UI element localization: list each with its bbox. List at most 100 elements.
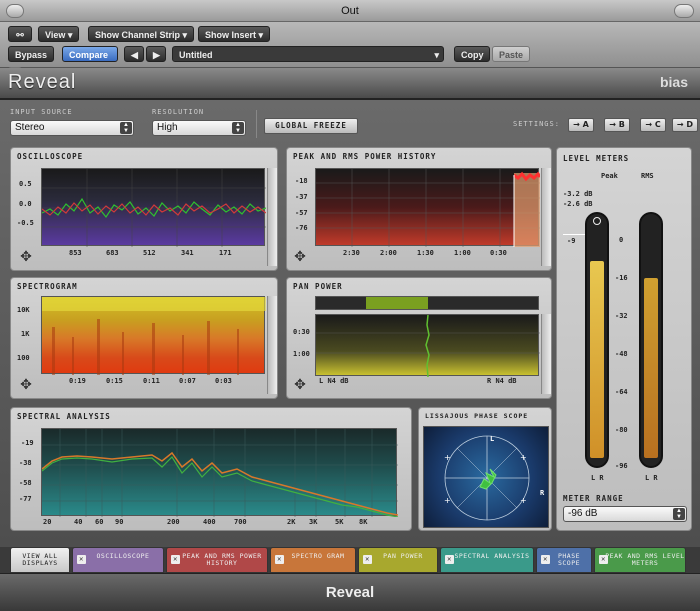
panel-title: Lissajous Phase Scope — [425, 412, 529, 420]
tab-close-icon[interactable]: ✕ — [275, 555, 284, 564]
peak-lr-label: L R — [591, 474, 604, 482]
tab-7[interactable]: ✕ Peak and RMS Level Meters — [594, 547, 686, 573]
settings-slot-d-button[interactable]: → D — [672, 118, 698, 132]
pan-right-channel: R — [487, 377, 492, 385]
previous-preset-button[interactable]: ◀ — [124, 46, 144, 62]
peak-meter-fill — [590, 261, 604, 458]
paste-button[interactable]: Paste — [492, 46, 530, 62]
compare-button[interactable]: Compare — [62, 46, 118, 62]
x-tick: 683 — [106, 249, 119, 257]
settings-slot-b-button[interactable]: → B — [604, 118, 630, 132]
peak-value: -3.2 dB — [563, 190, 593, 198]
meter-range-value: -96 dB — [568, 508, 598, 519]
tab-1[interactable]: ✕ Oscilloscope — [72, 547, 164, 573]
show-channel-strip-button[interactable]: Show Channel Strip ▾ — [88, 26, 195, 42]
panel-title: Spectral Analysis — [17, 412, 111, 421]
move-arrows-icon[interactable]: ✥ — [17, 248, 35, 266]
input-source-label: Input Source — [10, 108, 73, 116]
peak-rms-history-panel: Peak and RMS Power History -18 -37 -57 -… — [286, 147, 552, 271]
preset-selector[interactable]: Untitled ▾ — [172, 46, 444, 62]
settings-slot-label: B — [618, 120, 625, 129]
svg-text:+: + — [444, 453, 451, 462]
x-tick: 341 — [181, 249, 194, 257]
window-control-button[interactable] — [6, 4, 24, 18]
level-meters-panel: Level Meters Peak RMS -3.2 dB -2.6 dB -9… — [556, 147, 692, 531]
clip-indicator[interactable] — [593, 217, 601, 225]
tab-label: Oscilloscope — [96, 552, 150, 560]
tab-close-icon[interactable]: ✕ — [77, 555, 86, 564]
settings-label: Settings: — [513, 120, 560, 128]
copy-button[interactable]: Copy — [454, 46, 490, 62]
x-tick: 5K — [335, 518, 344, 526]
tab-5[interactable]: ✕ Spectral Analysis — [440, 547, 534, 573]
next-preset-button[interactable]: ▶ — [146, 46, 166, 62]
tab-4[interactable]: ✕ Pan Power — [358, 547, 438, 573]
resolution-select[interactable]: High ▲ ▼ — [152, 120, 246, 136]
oscilloscope-display — [41, 168, 266, 247]
scale-tick: 0 — [619, 236, 624, 244]
show-insert-button[interactable]: Show Insert ▾ — [198, 26, 271, 42]
x-tick: 0:19 — [69, 377, 86, 385]
scale-tick: -64 — [615, 388, 628, 396]
x-tick: 0:15 — [106, 377, 123, 385]
tab-3[interactable]: ✕ Spectro gram — [270, 547, 356, 573]
y-tick: -57 — [295, 209, 308, 217]
window-zoom-button[interactable] — [674, 4, 694, 18]
move-arrows-icon[interactable]: ✥ — [291, 376, 309, 394]
x-tick: 0:30 — [490, 249, 507, 257]
scale-tick: -32 — [615, 312, 628, 320]
footer-title: Reveal — [325, 584, 375, 601]
footer-bar: Reveal — [0, 573, 700, 610]
settings-slot-label: A — [582, 120, 589, 129]
x-tick: 8K — [359, 518, 368, 526]
x-tick: 0:07 — [179, 377, 196, 385]
tab-close-icon[interactable]: ✕ — [363, 555, 372, 564]
peak-hold-marker — [563, 234, 585, 235]
lissajous-panel: Lissajous Phase Scope + + + + L R — [418, 407, 552, 531]
x-tick: 2:00 — [380, 249, 397, 257]
tab-close-icon[interactable]: ✕ — [171, 555, 180, 564]
brand-bar: Reveal bias — [0, 68, 700, 100]
divider — [256, 110, 257, 138]
settings-slot-a-button[interactable]: → A — [568, 118, 594, 132]
global-freeze-button[interactable]: Global Freeze — [264, 118, 358, 134]
view-button[interactable]: View ▾ — [38, 26, 80, 42]
vertical-scrollbar[interactable] — [267, 168, 277, 266]
pan-power-panel: Pan Power 0:30 1:00 L N4 dB R N4 dB ✥ — [286, 277, 552, 399]
input-source-select[interactable]: Stereo ▲ ▼ — [10, 120, 134, 136]
y-tick: -18 — [295, 177, 308, 185]
window-title: Out — [341, 5, 359, 17]
x-tick: 400 — [203, 518, 216, 526]
x-tick: 1:30 — [417, 249, 434, 257]
tab-0[interactable]: View All Displays — [10, 547, 70, 573]
tab-close-icon[interactable]: ✕ — [541, 555, 550, 564]
settings-slot-c-button[interactable]: → C — [640, 118, 666, 132]
meter-range-select[interactable]: -96 dB ▲ ▼ — [563, 506, 687, 522]
vertical-scrollbar[interactable] — [541, 168, 551, 266]
bias-logo: bias — [659, 74, 688, 90]
power-history-display — [315, 168, 540, 247]
pan-power-display — [315, 314, 540, 377]
x-tick: 2:30 — [343, 249, 360, 257]
move-arrows-icon[interactable]: ✥ — [17, 376, 35, 394]
move-arrows-icon[interactable]: ✥ — [291, 248, 309, 266]
y-tick: -76 — [295, 224, 308, 232]
window-titlebar: Out — [0, 0, 700, 22]
tab-close-icon[interactable]: ✕ — [599, 555, 608, 564]
tab-2[interactable]: ✕ Peak and RMS Power History — [166, 547, 268, 573]
y-tick: 1:00 — [293, 350, 310, 358]
tab-close-icon[interactable]: ✕ — [445, 555, 454, 564]
rms-lr-label: L R — [645, 474, 658, 482]
tab-label: Peak and RMS Power History — [182, 552, 262, 567]
tab-6[interactable]: ✕ Phase Scope — [536, 547, 592, 573]
tab-label: Peak and RMS Level Meters — [605, 552, 685, 567]
link-icon[interactable]: ⚯ — [8, 26, 32, 42]
spectrogram-panel: Spectrogram 10K 1K 100 0:19 0:15 0:11 0:… — [10, 277, 278, 399]
show-insert-label: Show Insert — [205, 30, 257, 40]
bypass-button[interactable]: Bypass — [8, 46, 54, 62]
settings-slot-label: D — [686, 120, 694, 129]
pan-left-channel: L — [319, 377, 324, 385]
vertical-scrollbar[interactable] — [541, 314, 551, 394]
y-tick: 10K — [17, 306, 30, 314]
vertical-scrollbar[interactable] — [267, 296, 277, 394]
